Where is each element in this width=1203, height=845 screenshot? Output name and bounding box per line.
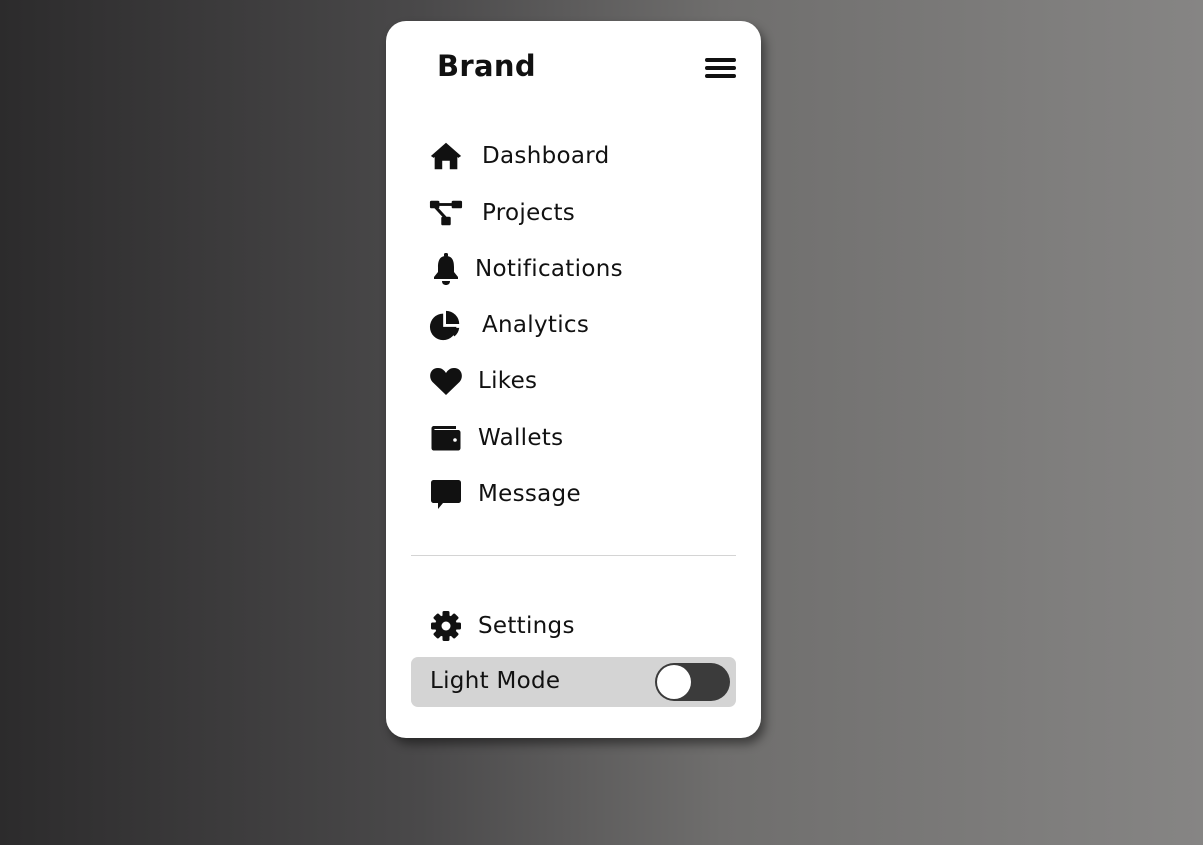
pie-chart-icon <box>429 308 463 342</box>
sidebar-item-label: Dashboard <box>482 143 610 169</box>
light-mode-label: Light Mode <box>430 668 561 694</box>
sidebar-item-label: Wallets <box>478 425 564 451</box>
sidebar-item-label: Message <box>478 481 581 507</box>
sidebar-panel: Brand Dashboard Projects Notifications A… <box>386 21 761 738</box>
gear-icon <box>429 609 463 643</box>
sidebar-item-settings[interactable]: Settings <box>429 606 575 646</box>
sidebar-item-label: Projects <box>482 200 576 226</box>
light-mode-row: Light Mode <box>411 657 736 707</box>
brand-title: Brand <box>437 49 536 83</box>
sidebar-item-label: Settings <box>478 613 575 639</box>
toggle-knob <box>657 665 691 699</box>
sidebar-item-notifications[interactable]: Notifications <box>429 249 623 289</box>
sidebar-item-wallets[interactable]: Wallets <box>429 418 563 458</box>
light-mode-toggle[interactable] <box>655 663 730 701</box>
sidebar-item-label: Notifications <box>475 256 623 282</box>
sidebar-item-dashboard[interactable]: Dashboard <box>429 136 609 176</box>
sidebar-item-likes[interactable]: Likes <box>429 361 537 401</box>
sidebar-item-label: Likes <box>478 368 538 394</box>
wallet-icon <box>429 421 463 455</box>
divider <box>411 555 736 556</box>
sidebar-item-message[interactable]: Message <box>429 474 581 514</box>
sidebar-item-projects[interactable]: Projects <box>429 193 575 233</box>
sidebar-item-analytics[interactable]: Analytics <box>429 305 589 345</box>
home-icon <box>429 139 463 173</box>
hamburger-menu-icon[interactable] <box>705 57 737 79</box>
sidebar-item-label: Analytics <box>482 312 590 338</box>
bell-icon <box>429 252 463 286</box>
heart-icon <box>429 364 463 398</box>
message-icon <box>429 477 463 511</box>
project-diagram-icon <box>429 196 463 230</box>
